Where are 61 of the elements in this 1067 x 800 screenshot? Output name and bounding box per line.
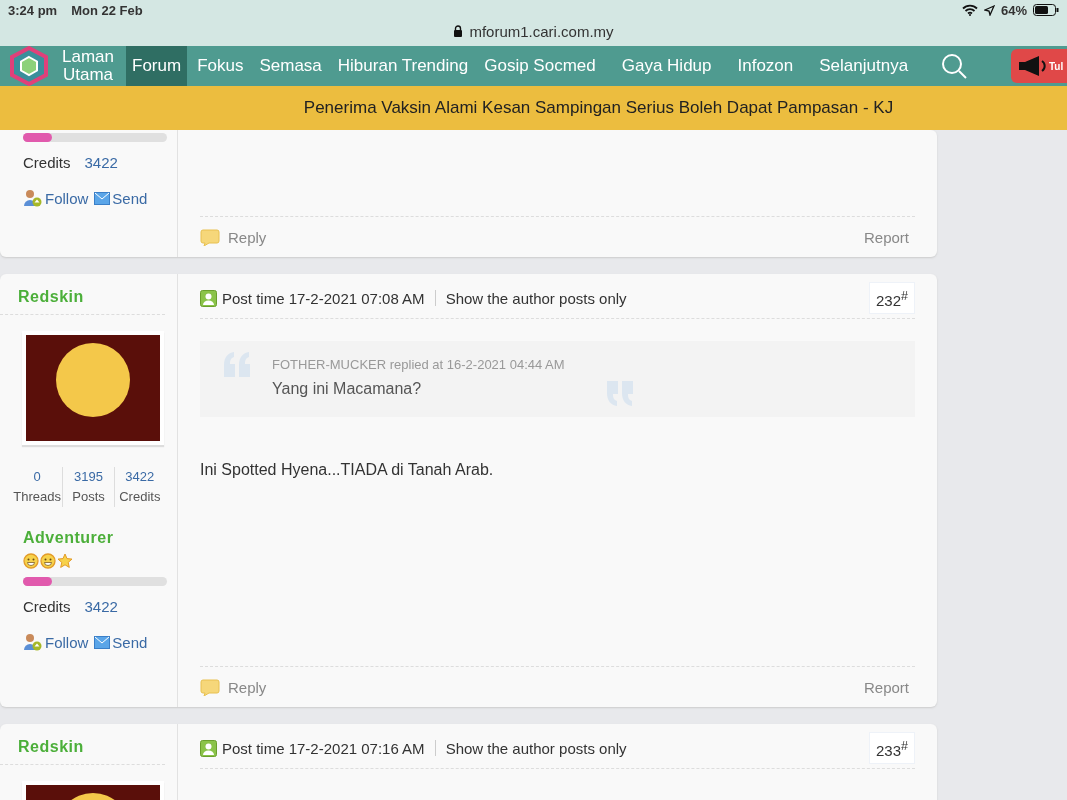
- author-only-link[interactable]: Show the author posts only: [445, 289, 627, 307]
- follow-link[interactable]: Follow: [23, 189, 89, 207]
- credits-label: Credits: [23, 598, 71, 615]
- battery-percent: 64%: [1000, 2, 1027, 18]
- post-number[interactable]: 232$^{#}$: [869, 282, 915, 314]
- user-post-icon: [200, 289, 217, 307]
- stat-value[interactable]: 3422: [125, 467, 155, 487]
- home-link[interactable]: Laman Utama: [58, 48, 118, 84]
- quote-author: FOTHER-MUCKER replied at 16-2-2021 04:44 AM: [272, 357, 565, 372]
- star-icon: [57, 553, 73, 569]
- credits-value[interactable]: 3422: [84, 154, 118, 171]
- news-banner[interactable]: Penerima Vaksin Alami Kesan Sampingan Serius Boleh Dapat Pampasan - KJ: [0, 86, 1067, 130]
- nav-tab[interactable]: Hiburan Trending: [331, 46, 475, 86]
- report-link[interactable]: Report: [863, 678, 915, 696]
- speech-bubble-icon: [200, 678, 220, 696]
- credits-value[interactable]: 3422: [84, 598, 118, 615]
- smiley-icon: [40, 553, 56, 569]
- stat-label: Posts: [72, 488, 105, 506]
- post-time: Post time 17-2-2021 07:16 AM: [222, 739, 425, 757]
- post-number[interactable]: 233$^{#}$: [869, 732, 915, 764]
- location-arrow-icon: [983, 4, 995, 16]
- wifi-icon: [961, 4, 978, 16]
- smiley-icon: [23, 553, 39, 569]
- stat-value[interactable]: 3195: [74, 467, 103, 487]
- user-post-icon: [200, 739, 217, 757]
- lock-icon: [453, 25, 464, 37]
- stat-label: Threads: [13, 488, 61, 506]
- nav-tab[interactable]: Selanjutnya: [813, 46, 915, 86]
- search-icon[interactable]: [940, 52, 969, 80]
- nav-tab[interactable]: Infozon: [731, 46, 800, 86]
- envelope-icon: [94, 191, 111, 205]
- status-time: 3:24 pm: [8, 2, 58, 18]
- send-link[interactable]: Send: [94, 633, 148, 651]
- speech-bubble-icon: [200, 228, 220, 246]
- person-icon: [23, 633, 43, 651]
- megaphone-icon: [1017, 55, 1047, 77]
- stat-value[interactable]: 0: [33, 467, 41, 487]
- nav-tab[interactable]: Gosip Socmed: [478, 46, 602, 86]
- reply-button[interactable]: Reply: [200, 228, 273, 246]
- logo-icon[interactable]: [8, 46, 50, 86]
- status-date: Mon 22 Feb: [71, 2, 143, 18]
- nav-tab[interactable]: Forum: [126, 46, 188, 86]
- stat-label: Credits: [119, 488, 161, 506]
- person-icon: [23, 189, 43, 207]
- promo-button[interactable]: Tul: [1011, 49, 1067, 83]
- post-time: Post time 17-2-2021 07:08 AM: [222, 289, 425, 307]
- credits-label: Credits: [23, 154, 71, 171]
- follow-link[interactable]: Follow: [23, 633, 89, 651]
- nav-tab[interactable]: Fokus: [191, 46, 250, 86]
- nav-tab[interactable]: Semasa: [253, 46, 328, 86]
- battery-icon: [1033, 4, 1059, 16]
- address-bar-url[interactable]: mforum1.cari.com.my: [469, 22, 614, 40]
- post-body: Ini Spotted Hyena...TIADA di Tanah Arab.: [200, 461, 495, 480]
- nav-tab[interactable]: Gaya Hidup: [615, 46, 718, 86]
- quote-text: Yang ini Macamana?: [272, 380, 423, 398]
- envelope-icon: [94, 635, 111, 649]
- author-only-link[interactable]: Show the author posts only: [445, 739, 627, 757]
- rank-title: Adventurer: [23, 529, 115, 547]
- reply-button[interactable]: Reply: [200, 678, 273, 696]
- send-link[interactable]: Send: [94, 189, 148, 207]
- report-link[interactable]: Report: [863, 228, 915, 246]
